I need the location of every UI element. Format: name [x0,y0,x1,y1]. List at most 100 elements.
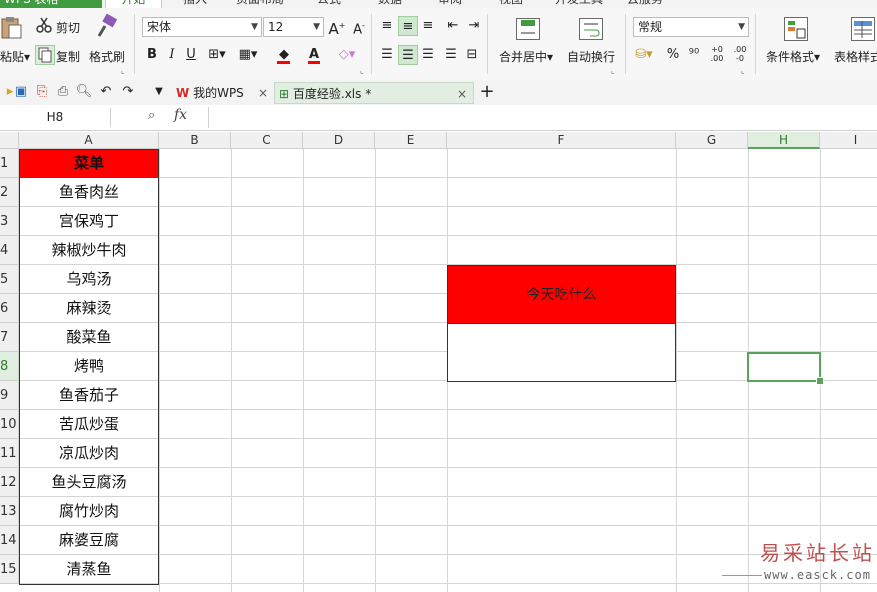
column-header-h[interactable]: H [748,132,820,149]
menu-item-cell[interactable]: 苦瓜炒蛋 [19,410,159,439]
italic-button[interactable]: I [162,45,182,65]
row-header[interactable]: 13 [0,497,19,526]
today-eat-label-cell[interactable]: 今天吃什么 [447,265,676,323]
row-header[interactable]: 12 [0,468,19,497]
tab-review[interactable]: 审阅 [438,0,462,8]
print-preview-icon[interactable]: 🔍︎ [74,82,94,102]
row-header[interactable]: 4 [0,236,19,265]
formula-input[interactable] [208,107,877,128]
increase-decimal-icon[interactable]: +0.00 [707,45,727,65]
new-tab-button[interactable]: + [477,82,497,102]
doc-tab-my-wps[interactable]: W 我的WPS × [174,82,272,104]
format-painter-button[interactable]: 格式刷 [89,48,125,65]
print-icon[interactable]: ⎙ [53,82,73,102]
align-middle-icon[interactable]: ≡ [398,16,418,36]
fill-color-icon[interactable]: ◆ [274,45,294,65]
search-icon[interactable]: ⌕ [148,108,162,126]
column-header-e[interactable]: E [375,132,447,149]
menu-header-cell[interactable]: 菜单 [19,149,159,178]
number-launcher-icon[interactable]: ⌞ [741,66,745,75]
table-style-button[interactable]: 表格样式 [834,48,877,65]
menu-item-cell[interactable]: 鱼香茄子 [19,381,159,410]
wrap-text-icon[interactable] [579,18,603,40]
insert-function-button[interactable]: fx [174,107,187,123]
row-header[interactable]: 5 [0,265,19,294]
active-cell-h8[interactable] [747,352,821,382]
font-name-select[interactable]: 宋体 ▼ [142,17,262,37]
conditional-format-button[interactable]: 条件格式▾ [766,48,820,65]
wrap-text-button[interactable]: 自动换行 [567,48,615,65]
bold-button[interactable]: B [142,45,162,65]
row-header[interactable]: 1 [0,149,19,178]
clear-format-icon[interactable]: ◇▾ [337,45,357,65]
row-header[interactable]: 15 [0,555,19,584]
merge-center-button[interactable]: 合并居中▾ [499,48,553,65]
underline-button[interactable]: U [181,45,201,65]
today-eat-result-cell[interactable] [447,323,676,382]
increase-font-icon[interactable]: A+ [327,16,347,38]
align-center-icon[interactable]: ☰ [398,45,418,65]
comma-style-icon[interactable]: ⁹⁰ [684,45,704,65]
tab-cloud[interactable]: 云服务 [627,0,663,8]
decrease-decimal-icon[interactable]: .00 -0 [730,45,750,65]
align-left-icon[interactable]: ☰ [377,45,397,65]
column-header-i[interactable]: I [820,132,877,149]
font-launcher-icon[interactable]: ⌞ [360,66,364,75]
menu-item-cell[interactable]: 烤鸭 [19,352,159,381]
row-header[interactable]: 9 [0,381,19,410]
customize-toolbar-icon[interactable]: ▼ [149,82,169,102]
menu-item-cell[interactable]: 腐竹炒肉 [19,497,159,526]
copy-icon[interactable] [35,45,55,65]
row-header[interactable]: 3 [0,207,19,236]
menu-item-cell[interactable]: 麻辣烫 [19,294,159,323]
close-icon[interactable]: × [457,83,467,105]
paste-button[interactable]: 粘贴▾ [0,48,30,65]
decrease-indent-icon[interactable]: ⇤ [443,16,463,36]
paste-icon[interactable] [0,16,22,40]
app-menu-button[interactable]: WPS 表格 [0,0,102,8]
row-header[interactable]: 14 [0,526,19,555]
row-header[interactable]: 7 [0,323,19,352]
align-top-icon[interactable]: ≡ [377,16,397,36]
column-header-d[interactable]: D [303,132,375,149]
column-header-a[interactable]: A [19,132,159,149]
merge-center-icon[interactable] [516,18,540,40]
align-bottom-icon[interactable]: ≡ [418,16,438,36]
tab-developer[interactable]: 开发工具 [555,0,603,8]
table-style-icon[interactable] [851,17,875,41]
tab-data[interactable]: 数据 [378,0,402,8]
percent-button[interactable]: % [663,45,683,65]
redo-icon[interactable]: ↷ [118,82,138,102]
menu-item-cell[interactable]: 乌鸡汤 [19,265,159,294]
borders-icon[interactable]: ⊞▾ [207,45,227,65]
row-header[interactable]: 2 [0,178,19,207]
tab-insert[interactable]: 插入 [183,0,207,8]
menu-item-cell[interactable]: 鱼头豆腐汤 [19,468,159,497]
export-pdf-icon[interactable]: ⎘ [32,82,52,102]
font-size-select[interactable]: 12 ▼ [263,17,324,37]
cut-button[interactable]: 剪切 [56,19,80,36]
align-right-icon[interactable]: ☰ [418,45,438,65]
doc-tab-active-workbook[interactable]: ⊞ 百度经验.xls * × [274,82,474,104]
menu-item-cell[interactable]: 宫保鸡丁 [19,207,159,236]
close-icon[interactable]: × [258,82,268,104]
alignment-launcher-icon[interactable]: ⌞ [611,66,615,75]
row-header[interactable]: 10 [0,410,19,439]
clipboard-launcher-icon[interactable]: ⌞ [121,66,125,75]
menu-item-cell[interactable]: 麻婆豆腐 [19,526,159,555]
tab-page-layout[interactable]: 页面布局 [236,0,284,8]
fill-handle[interactable] [816,377,824,385]
select-all-corner[interactable] [0,132,19,149]
row-header[interactable]: 8 [0,352,19,381]
menu-item-cell[interactable]: 凉瓜炒肉 [19,439,159,468]
format-painter-icon[interactable] [94,13,118,40]
number-format-select[interactable]: 常规 ▼ [633,17,749,37]
tab-view[interactable]: 视图 [499,0,523,8]
menu-item-cell[interactable]: 清蒸鱼 [19,555,159,584]
currency-icon[interactable]: ⛁▾ [634,45,654,65]
menu-item-cell[interactable]: 酸菜鱼 [19,323,159,352]
column-header-g[interactable]: G [676,132,748,149]
conditional-format-icon[interactable] [784,17,808,41]
column-header-c[interactable]: C [231,132,303,149]
tab-formulas[interactable]: 公式 [317,0,341,8]
